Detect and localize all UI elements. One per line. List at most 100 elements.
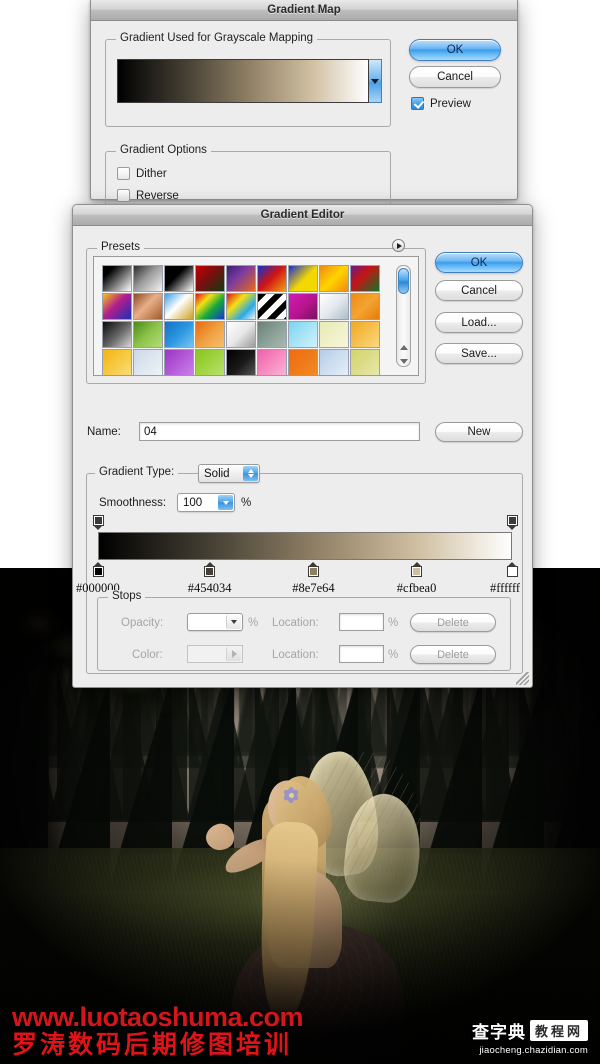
color-stop-marker[interactable]: [411, 562, 423, 577]
preset-swatch[interactable]: [288, 321, 318, 348]
preview-checkbox[interactable]: [411, 97, 424, 110]
preset-swatch[interactable]: [102, 349, 132, 375]
preset-swatch[interactable]: [288, 265, 318, 292]
editor-save-button[interactable]: Save...: [435, 343, 523, 364]
presets-flyout-icon[interactable]: [392, 239, 405, 252]
color-stop-marker[interactable]: [92, 562, 104, 577]
smoothness-dropdown-icon[interactable]: [218, 495, 233, 510]
preset-swatch[interactable]: [164, 321, 194, 348]
smoothness-label: Smoothness:: [99, 497, 167, 509]
preset-swatch[interactable]: [102, 321, 132, 348]
color-stop-marker[interactable]: [506, 562, 518, 577]
editor-load-label: Load...: [461, 316, 497, 329]
gradient-picker-dropdown-button[interactable]: [369, 59, 382, 103]
grayscale-mapping-label: Gradient Used for Grayscale Mapping: [116, 32, 318, 44]
preset-swatch[interactable]: [195, 265, 225, 292]
resize-grip[interactable]: [516, 672, 529, 685]
preset-swatch[interactable]: [195, 321, 225, 348]
preset-swatch[interactable]: [133, 321, 163, 348]
preset-swatch[interactable]: [102, 265, 132, 292]
preset-swatch[interactable]: [350, 349, 380, 375]
reverse-row[interactable]: Reverse: [117, 189, 179, 202]
color-label: Color:: [132, 649, 163, 661]
presets-grid[interactable]: [102, 265, 380, 375]
preset-swatch[interactable]: [319, 321, 349, 348]
preset-swatch[interactable]: [288, 293, 318, 320]
preset-swatch[interactable]: [257, 293, 287, 320]
reverse-checkbox[interactable]: [117, 189, 130, 202]
preset-swatch[interactable]: [164, 293, 194, 320]
color-stop-marker[interactable]: [307, 562, 319, 577]
gradient-type-value: Solid: [204, 467, 230, 480]
gradient-type-select[interactable]: Solid: [198, 464, 260, 483]
dither-checkbox[interactable]: [117, 167, 130, 180]
preset-swatch[interactable]: [257, 349, 287, 375]
gradient-name-input[interactable]: 04: [139, 422, 420, 441]
gradient-editor-titlebar[interactable]: Gradient Editor: [73, 205, 532, 226]
editor-ok-button[interactable]: OK: [435, 252, 523, 273]
opacity-stop-marker[interactable]: [92, 515, 104, 530]
preset-swatch[interactable]: [164, 265, 194, 292]
color-location-percent: %: [388, 649, 399, 661]
editor-cancel-label: Cancel: [461, 284, 497, 297]
preset-swatch[interactable]: [350, 321, 380, 348]
gradient-map-ok-button[interactable]: OK: [409, 39, 501, 61]
preset-swatch[interactable]: [133, 265, 163, 292]
reverse-label: Reverse: [136, 189, 179, 202]
presets-well[interactable]: [93, 256, 419, 376]
preset-swatch[interactable]: [226, 265, 256, 292]
preset-swatch[interactable]: [102, 293, 132, 320]
presets-scrollbar-thumb[interactable]: [398, 268, 409, 294]
preset-swatch[interactable]: [195, 293, 225, 320]
smoothness-input[interactable]: 100: [177, 493, 235, 512]
editor-cancel-button[interactable]: Cancel: [435, 280, 523, 301]
preview-row[interactable]: Preview: [411, 97, 471, 110]
preset-swatch[interactable]: [226, 293, 256, 320]
opacity-stop-marker[interactable]: [506, 515, 518, 530]
logo-badge: 教程网: [529, 1020, 588, 1041]
stops-label: Stops: [108, 590, 146, 602]
color-location-input[interactable]: [339, 645, 384, 663]
opacity-location-input[interactable]: [339, 613, 384, 631]
preset-swatch[interactable]: [226, 349, 256, 375]
preset-swatch[interactable]: [319, 265, 349, 292]
gradient-edit-strip[interactable]: [98, 532, 512, 560]
scroll-up-icon[interactable]: [397, 345, 410, 350]
preview-label: Preview: [430, 97, 471, 110]
preset-swatch[interactable]: [350, 293, 380, 320]
logo-chinese: 查字典: [471, 1023, 526, 1042]
preset-swatch[interactable]: [226, 321, 256, 348]
preset-swatch[interactable]: [133, 349, 163, 375]
gradient-type-label: Gradient Type:: [95, 466, 179, 478]
dither-row[interactable]: Dither: [117, 167, 167, 180]
preset-swatch[interactable]: [164, 349, 194, 375]
delete-color-stop-button[interactable]: Delete: [410, 645, 496, 664]
preset-swatch[interactable]: [319, 349, 349, 375]
gradient-type-stepper-icon[interactable]: [243, 466, 258, 481]
scroll-down-icon[interactable]: [397, 359, 410, 364]
new-gradient-button[interactable]: New: [435, 422, 523, 442]
gradient-map-titlebar[interactable]: Gradient Map: [91, 0, 517, 21]
editor-load-button[interactable]: Load...: [435, 312, 523, 333]
preset-swatch[interactable]: [319, 293, 349, 320]
color-stop-marker[interactable]: [204, 562, 216, 577]
preset-swatch[interactable]: [195, 349, 225, 375]
opacity-input[interactable]: [187, 613, 243, 631]
color-picker-arrow-icon[interactable]: [226, 647, 241, 661]
editor-ok-label: OK: [470, 256, 488, 269]
color-swatch-input[interactable]: [187, 645, 243, 663]
delete-color-label: Delete: [437, 648, 469, 661]
color-location-label: Location:: [272, 649, 319, 661]
gradient-preview-swatch[interactable]: [117, 59, 369, 103]
preset-swatch[interactable]: [257, 321, 287, 348]
opacity-dropdown-icon[interactable]: [226, 615, 241, 629]
gradient-map-cancel-button[interactable]: Cancel: [409, 66, 501, 88]
opacity-percent: %: [248, 617, 259, 629]
preset-swatch[interactable]: [350, 265, 380, 292]
presets-scrollbar[interactable]: [396, 265, 411, 367]
delete-opacity-stop-button[interactable]: Delete: [410, 613, 496, 632]
preset-swatch[interactable]: [257, 265, 287, 292]
gradient-editor-body: Presets OK Cancel Load... Save... Name: …: [73, 226, 532, 688]
preset-swatch[interactable]: [288, 349, 318, 375]
preset-swatch[interactable]: [133, 293, 163, 320]
